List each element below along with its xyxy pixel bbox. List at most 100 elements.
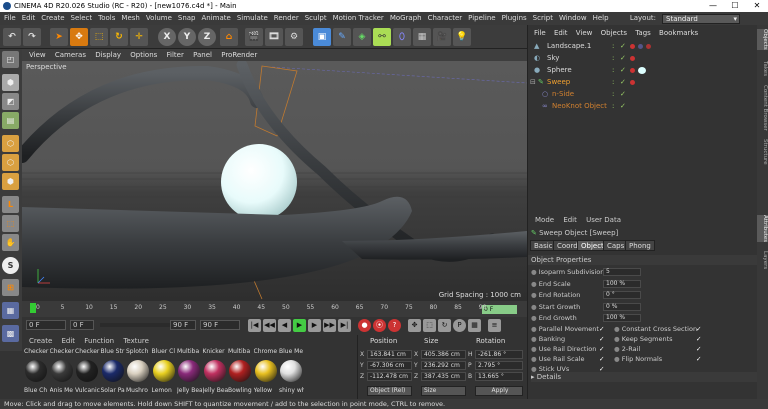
object-row-sweep[interactable]: ⊟ ✎ Sweep : ✓: [528, 77, 758, 88]
viewport-menu-panel[interactable]: Panel: [193, 51, 212, 59]
light-icon[interactable]: 💡: [453, 28, 471, 46]
material-menu-texture[interactable]: Texture: [123, 337, 149, 345]
side-tab-objects[interactable]: Objects: [757, 29, 768, 50]
enable-check[interactable]: ✓: [620, 55, 627, 62]
cube-icon[interactable]: ▣: [313, 28, 331, 46]
end-max-field[interactable]: 90 F: [170, 320, 196, 330]
polygons-mode-icon[interactable]: ⬢: [2, 173, 19, 190]
undo-icon[interactable]: ↶: [3, 28, 21, 46]
menu-character[interactable]: Character: [428, 14, 463, 22]
property-dot[interactable]: ●: [531, 365, 537, 373]
subdivision-icon[interactable]: ◈: [353, 28, 371, 46]
tweak-mode-icon[interactable]: ⬚: [2, 215, 19, 232]
checkbox-row[interactable]: ● Constant Cross Section ✓: [614, 324, 758, 334]
interpolation-icon[interactable]: ≡: [488, 319, 501, 332]
visibility-dot[interactable]: :: [612, 43, 619, 50]
snap-icon[interactable]: S: [2, 257, 19, 274]
attributes-menu-user-data[interactable]: User Data: [586, 216, 621, 224]
attributes-menu-edit[interactable]: Edit: [563, 216, 577, 224]
checkbox[interactable]: ✓: [599, 334, 604, 344]
material-swatch[interactable]: Multiba Jelly Bea: [177, 347, 202, 397]
checkbox[interactable]: ✓: [696, 344, 701, 354]
object-row-neoknot[interactable]: ∞ NeoKnot Object : ✓: [528, 101, 758, 112]
viewport-menu-filter[interactable]: Filter: [167, 51, 184, 59]
property-dot[interactable]: ●: [531, 303, 537, 311]
menu-animate[interactable]: Animate: [202, 14, 231, 22]
property-dot[interactable]: ●: [614, 325, 620, 333]
goto-end-icon[interactable]: ▶|: [338, 319, 351, 332]
checkbox-row[interactable]: ● 2-Rail ✓: [614, 344, 758, 354]
enable-check[interactable]: ✓: [620, 91, 627, 98]
property-dot[interactable]: ●: [531, 280, 537, 288]
size-y-field[interactable]: 236.292 cm: [421, 361, 466, 370]
render-picture-viewer-icon[interactable]: 🎞: [265, 28, 283, 46]
end-frame-field[interactable]: 90 F: [200, 320, 240, 330]
checkbox[interactable]: ✓: [599, 354, 604, 364]
material-tag-icon[interactable]: [630, 68, 635, 73]
property-value-field[interactable]: 100 %: [603, 279, 641, 288]
workplane-grid-icon[interactable]: ▩: [2, 325, 19, 342]
position-y-field[interactable]: -67.306 cm: [367, 361, 412, 370]
soft-selection-icon[interactable]: ✋: [2, 234, 19, 251]
checkbox-row[interactable]: ● Stick UVs ✓: [531, 364, 641, 374]
property-dot[interactable]: ●: [531, 268, 537, 276]
select-arrow-icon[interactable]: ➤: [50, 28, 68, 46]
play-icon[interactable]: ▶: [293, 319, 306, 332]
edges-mode-icon[interactable]: ⬡: [2, 154, 19, 171]
property-dot[interactable]: ●: [614, 345, 620, 353]
objects-menu-bookmarks[interactable]: Bookmarks: [659, 29, 698, 37]
prev-frame-icon[interactable]: ◀: [278, 319, 291, 332]
material-tag-icon[interactable]: [646, 44, 651, 49]
tab-phong[interactable]: Phong: [625, 240, 655, 251]
menu-script[interactable]: Script: [533, 14, 553, 22]
position-z-field[interactable]: -112.478 cm: [367, 372, 412, 381]
objects-menu-edit[interactable]: Edit: [554, 29, 568, 37]
render-view-icon[interactable]: 🎬: [245, 28, 263, 46]
layout-select[interactable]: Standard ▾: [662, 14, 740, 24]
rotation-b-field[interactable]: 13.665 °: [475, 372, 523, 381]
visibility-dot[interactable]: :: [612, 103, 619, 110]
pla-key-icon[interactable]: ▦: [468, 319, 481, 332]
side-tab-content-browser[interactable]: Content Browser: [757, 85, 768, 131]
scale-key-icon[interactable]: ⬚: [423, 319, 436, 332]
minimize-button[interactable]: —: [702, 0, 724, 12]
position-x-field[interactable]: 163.841 cm: [367, 350, 412, 359]
menu-sculpt[interactable]: Sculpt: [305, 14, 327, 22]
camera-icon[interactable]: 🎥: [433, 28, 451, 46]
property-value-field[interactable]: 100 %: [603, 314, 641, 322]
side-tab-structure[interactable]: Structure: [757, 139, 768, 165]
position-key-icon[interactable]: ✥: [408, 319, 421, 332]
rotation-h-field[interactable]: -261.86 °: [475, 350, 523, 359]
viewport-menu-options[interactable]: Options: [130, 51, 157, 59]
material-tag-icon[interactable]: [630, 80, 635, 85]
object-row-sphere[interactable]: ● Sphere : ✓: [528, 65, 758, 76]
property-value-field[interactable]: 0 %: [603, 302, 641, 311]
pen-icon[interactable]: ✎: [333, 28, 351, 46]
property-dot[interactable]: ●: [614, 355, 620, 363]
material-swatch[interactable]: Knicker Jelly Bea: [203, 347, 228, 397]
property-value-field[interactable]: 5: [603, 268, 641, 276]
attributes-menu-mode[interactable]: Mode: [535, 216, 554, 224]
menu-window[interactable]: Window: [559, 14, 587, 22]
side-tab-takes[interactable]: Takes: [757, 61, 768, 76]
close-button[interactable]: ✕: [746, 0, 768, 12]
apply-button[interactable]: Apply: [475, 386, 523, 396]
make-editable-icon[interactable]: ◰: [2, 51, 19, 68]
menu-select[interactable]: Select: [71, 14, 93, 22]
material-swatch[interactable]: Bluer Cl Lemon: [152, 347, 177, 397]
size-mode-select[interactable]: Size: [421, 386, 466, 396]
property-value-field[interactable]: 0 °: [603, 291, 641, 299]
visibility-dot[interactable]: :: [612, 91, 619, 98]
material-swatch[interactable]: Checker Vulcanic: [75, 347, 100, 397]
y-axis-lock-button[interactable]: Y: [178, 28, 196, 46]
menu-volume[interactable]: Volume: [146, 14, 172, 22]
rotation-key-icon[interactable]: ↻: [438, 319, 451, 332]
property-dot[interactable]: ●: [531, 314, 537, 322]
material-menu-edit[interactable]: Edit: [62, 337, 76, 345]
viewport[interactable]: Perspective Grid Spacing : 1000 cm: [22, 61, 527, 301]
timeline-ruler[interactable]: 0 F 0 5 10 15 20 25 30 35 40 45 50 55 60 65 70 75 80 85 90: [22, 301, 527, 317]
objects-menu-objects[interactable]: Objects: [601, 29, 627, 37]
property-dot[interactable]: ●: [531, 335, 537, 343]
property-dot[interactable]: ●: [531, 345, 537, 353]
viewport-menu-prorender[interactable]: ProRender: [221, 51, 257, 59]
